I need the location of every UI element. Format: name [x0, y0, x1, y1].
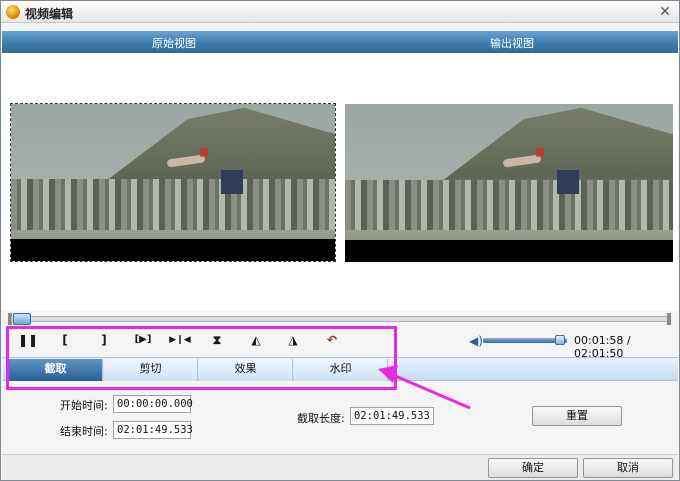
- annotation-arrow: [378, 365, 471, 410]
- video-edit-window: 视频编辑 ✕ 原始视图 输出视图 ❚❚ [] [▶] ▶❙◀ ⧗ ◭ ◮ ↶ …: [0, 0, 680, 481]
